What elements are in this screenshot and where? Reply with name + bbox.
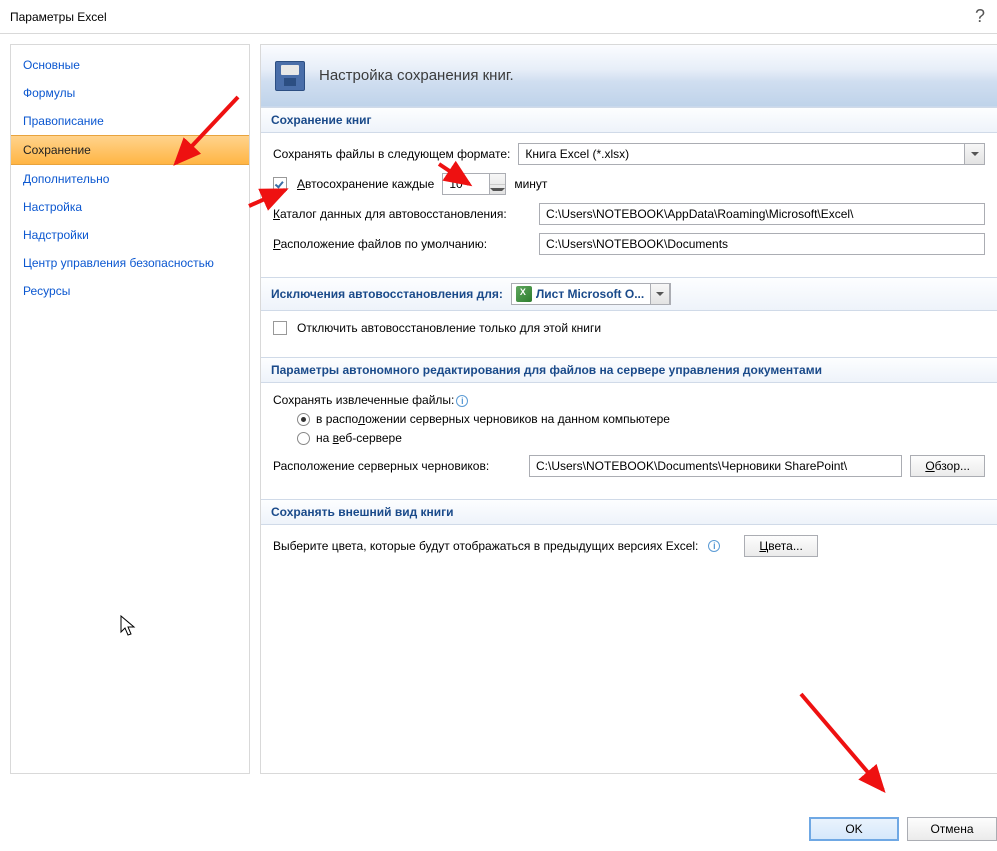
sidebar-item-customize[interactable]: Настройка bbox=[11, 193, 249, 221]
autorecover-dir-input[interactable] bbox=[539, 203, 985, 225]
autosave-checkbox[interactable] bbox=[273, 177, 287, 191]
ok-button[interactable]: OK bbox=[809, 817, 899, 841]
save-format-value[interactable] bbox=[518, 143, 965, 165]
sidebar-item-addins[interactable]: Надстройки bbox=[11, 221, 249, 249]
sidebar-item-resources[interactable]: Ресурсы bbox=[11, 277, 249, 305]
sidebar-item-formulas[interactable]: Формулы bbox=[11, 79, 249, 107]
save-format-label: Сохранять файлы в следующем формате: bbox=[273, 147, 510, 161]
sidebar-item-general[interactable]: Основные bbox=[11, 51, 249, 79]
excel-file-icon bbox=[516, 286, 532, 302]
sidebar-item-proofing[interactable]: Правописание bbox=[11, 107, 249, 135]
save-format-dropdown[interactable] bbox=[518, 143, 985, 165]
window-titlebar: Параметры Excel ? bbox=[0, 0, 997, 34]
minutes-label: минут bbox=[514, 177, 547, 191]
autosave-label: Автосохранение каждые bbox=[297, 177, 434, 191]
section-appearance-header: Сохранять внешний вид книги bbox=[261, 499, 997, 525]
disable-autorecover-checkbox[interactable] bbox=[273, 321, 287, 335]
category-sidebar: Основные Формулы Правописание Сохранение… bbox=[10, 44, 250, 774]
radio-web-server[interactable]: на веб-сервере bbox=[297, 431, 985, 445]
page-header: Настройка сохранения книг. bbox=[261, 45, 997, 107]
spinner-up-icon[interactable] bbox=[490, 174, 505, 185]
sidebar-item-trust-center[interactable]: Центр управления безопасностью bbox=[11, 249, 249, 277]
info-icon[interactable]: i bbox=[456, 395, 468, 407]
window-title: Параметры Excel bbox=[10, 10, 107, 24]
help-icon[interactable]: ? bbox=[975, 6, 985, 27]
autosave-spinner[interactable] bbox=[490, 173, 506, 195]
autosave-minutes-input[interactable] bbox=[442, 173, 490, 195]
autorecover-dir-label: Каталог данных для автовосстановления: bbox=[273, 207, 531, 221]
save-extracted-label: Сохранять извлеченные файлы: bbox=[273, 393, 454, 407]
default-location-input[interactable] bbox=[539, 233, 985, 255]
section-offline-header: Параметры автономного редактирования для… bbox=[261, 357, 997, 383]
browse-button[interactable]: Обзор... bbox=[910, 455, 985, 477]
exceptions-workbook-dropdown[interactable]: Лист Microsoft O... bbox=[511, 283, 671, 305]
default-location-label: Расположение файлов по умолчанию: bbox=[273, 237, 531, 251]
info-icon[interactable]: i bbox=[708, 540, 720, 552]
chevron-down-icon[interactable] bbox=[650, 283, 670, 305]
page-title: Настройка сохранения книг. bbox=[319, 67, 514, 84]
cancel-button[interactable]: Отмена bbox=[907, 817, 997, 841]
radio-local-drafts-label: в расположении серверных черновиков на д… bbox=[316, 412, 670, 426]
dialog-footer: OK Отмена bbox=[809, 817, 997, 841]
exceptions-title: Исключения автовосстановления для: bbox=[271, 287, 503, 301]
disable-autorecover-label: Отключить автовосстановление только для … bbox=[297, 321, 601, 335]
content-pane: Настройка сохранения книг. Сохранение кн… bbox=[260, 44, 997, 774]
floppy-disk-icon bbox=[275, 61, 305, 91]
exceptions-workbook-value: Лист Microsoft O... bbox=[536, 287, 650, 301]
drafts-location-input[interactable] bbox=[529, 455, 902, 477]
section-exceptions-header: Исключения автовосстановления для: Лист … bbox=[261, 277, 997, 311]
sidebar-item-save[interactable]: Сохранение bbox=[11, 135, 249, 165]
spinner-down-icon[interactable] bbox=[490, 185, 505, 195]
colors-button[interactable]: Цвета... bbox=[744, 535, 817, 557]
radio-web-server-label: на веб-сервере bbox=[316, 431, 402, 445]
chevron-down-icon[interactable] bbox=[965, 143, 985, 165]
section-save-books-header: Сохранение книг bbox=[261, 107, 997, 133]
sidebar-item-advanced[interactable]: Дополнительно bbox=[11, 165, 249, 193]
drafts-location-label: Расположение серверных черновиков: bbox=[273, 459, 521, 473]
colors-text: Выберите цвета, которые будут отображать… bbox=[273, 539, 698, 553]
radio-local-drafts[interactable]: в расположении серверных черновиков на д… bbox=[297, 412, 985, 426]
